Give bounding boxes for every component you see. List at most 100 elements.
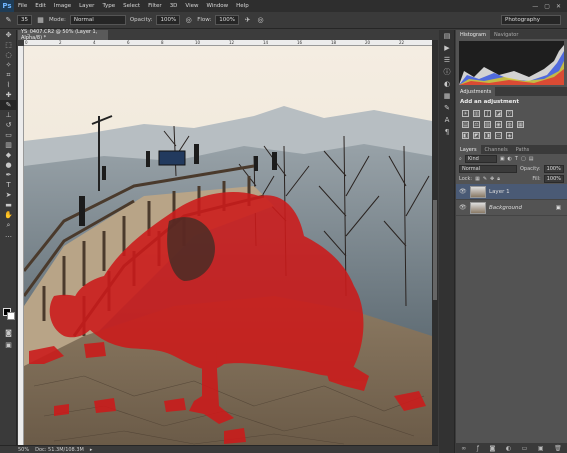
color-lookup-icon[interactable]: ▦	[517, 121, 524, 128]
tab-adjustments[interactable]: Adjustments	[456, 87, 496, 96]
brush-tool-icon[interactable]: ✎	[0, 100, 17, 110]
swatches-icon[interactable]: ▦	[439, 90, 455, 102]
blur-tool-icon[interactable]: ◆	[0, 150, 17, 160]
document-tab[interactable]: YS_0407.CR2 @ 50% (Layer 1, Alpha/8) *	[18, 29, 108, 41]
brush-size-picker[interactable]: 35	[17, 15, 32, 25]
levels-icon[interactable]: ▥	[473, 110, 480, 117]
filter-type-icon[interactable]: T	[515, 156, 518, 162]
type-tool-icon[interactable]: T	[0, 180, 17, 190]
channel-mixer-icon[interactable]: ◍	[506, 121, 513, 128]
blend-mode-select[interactable]: Normal	[459, 165, 517, 173]
menu-filter[interactable]: Filter	[144, 3, 166, 9]
lock-transparent-icon[interactable]: ▦	[475, 176, 480, 182]
tab-layers[interactable]: Layers	[456, 145, 481, 154]
healing-tool-icon[interactable]: ✚	[0, 90, 17, 100]
menu-help[interactable]: Help	[232, 3, 253, 9]
background-color-swatch[interactable]	[7, 312, 15, 320]
new-group-icon[interactable]: ▭	[522, 445, 528, 452]
paragraph-icon[interactable]: ¶	[439, 126, 455, 138]
hand-tool-icon[interactable]: ✋	[0, 210, 17, 220]
menu-select[interactable]: Select	[119, 3, 144, 9]
menu-type[interactable]: Type	[98, 3, 119, 9]
dodge-tool-icon[interactable]: ●	[0, 160, 17, 170]
edit-toolbar-icon[interactable]: …	[0, 230, 17, 240]
eyedropper-tool-icon[interactable]: ⌇	[0, 80, 17, 90]
link-layers-icon[interactable]: ∞	[461, 445, 466, 452]
crop-tool-icon[interactable]: ⌗	[0, 70, 17, 80]
quick-select-tool-icon[interactable]: ✧	[0, 60, 17, 70]
gradient-tool-icon[interactable]: ▥	[0, 140, 17, 150]
properties-icon[interactable]: ☰	[439, 54, 455, 66]
posterize-icon[interactable]: ◩	[473, 132, 480, 139]
eraser-tool-icon[interactable]: ▭	[0, 130, 17, 140]
new-layer-icon[interactable]: ▣	[538, 445, 544, 452]
add-mask-icon[interactable]: ◙	[489, 445, 495, 452]
filter-shape-icon[interactable]: ▢	[521, 156, 526, 162]
filter-pixel-icon[interactable]: ▣	[500, 156, 505, 162]
tab-paths[interactable]: Paths	[512, 145, 534, 154]
pressure-opacity-icon[interactable]: ◎	[184, 16, 193, 25]
lock-paint-icon[interactable]: ✎	[483, 176, 487, 182]
brush-presets-icon[interactable]: ✎	[439, 102, 455, 114]
menu-edit[interactable]: Edit	[31, 3, 50, 9]
color-balance-icon[interactable]: ⚖	[473, 121, 480, 128]
marquee-tool-icon[interactable]: ⬚	[0, 40, 17, 50]
layer-opacity-input[interactable]: 100%	[543, 165, 564, 173]
new-adjustment-icon[interactable]: ◐	[506, 445, 511, 452]
layer-row-background[interactable]: 👁︎ Background ▣	[456, 200, 567, 216]
menu-window[interactable]: Window	[202, 3, 232, 9]
visibility-eye-icon[interactable]: 👁︎	[459, 188, 467, 195]
exposure-icon[interactable]: ◪	[495, 110, 502, 117]
threshold-icon[interactable]: ◨	[484, 132, 491, 139]
pen-tool-icon[interactable]: ✒	[0, 170, 17, 180]
shape-tool-icon[interactable]: ▬	[0, 200, 17, 210]
photo-filter-icon[interactable]: ◉	[495, 121, 502, 128]
quick-mask-icon[interactable]: ◙	[0, 328, 17, 338]
zoom-level[interactable]: 50%	[18, 447, 29, 453]
close-button[interactable]: ✕	[556, 3, 561, 10]
layer-row-layer-1[interactable]: 👁︎ Layer 1	[456, 184, 567, 200]
status-arrow-icon[interactable]: ▸	[90, 447, 93, 453]
vibrance-icon[interactable]: ▽	[506, 110, 513, 117]
invert-icon[interactable]: ◧	[462, 132, 469, 139]
black-white-icon[interactable]: ▨	[484, 121, 491, 128]
minimize-button[interactable]: —	[532, 3, 538, 10]
workspace-switcher[interactable]: Photography	[501, 15, 561, 25]
filter-smart-icon[interactable]: ▤	[529, 156, 534, 162]
color-icon[interactable]: ◐	[439, 78, 455, 90]
menu-layer[interactable]: Layer	[75, 3, 98, 9]
tab-histogram[interactable]: Histogram	[456, 30, 490, 39]
menu-image[interactable]: Image	[50, 3, 75, 9]
lasso-tool-icon[interactable]: ◌	[0, 50, 17, 60]
menu-3d[interactable]: 3D	[166, 3, 182, 9]
visibility-eye-icon[interactable]: 👁︎	[459, 204, 467, 211]
filter-adjustment-icon[interactable]: ◐	[508, 156, 512, 162]
clone-stamp-tool-icon[interactable]: ⊥	[0, 110, 17, 120]
flow-input[interactable]: 100%	[215, 15, 240, 25]
brush-panel-icon[interactable]: ▦	[36, 16, 45, 25]
character-icon[interactable]: A	[439, 114, 455, 126]
zoom-tool-icon[interactable]: ⌕	[0, 220, 17, 230]
curves-icon[interactable]: ∫	[484, 110, 491, 117]
layer-style-icon[interactable]: ƒ	[477, 445, 479, 452]
gradient-map-icon[interactable]: ▭	[495, 132, 502, 139]
tab-channels[interactable]: Channels	[481, 145, 512, 154]
pressure-size-icon[interactable]: ◎	[256, 16, 265, 25]
kind-filter-select[interactable]: Kind	[464, 155, 497, 163]
scrollbar-thumb[interactable]	[433, 200, 437, 300]
history-brush-tool-icon[interactable]: ↺	[0, 120, 17, 130]
screen-mode-icon[interactable]: ▣	[0, 340, 17, 350]
lock-all-icon[interactable]: 🔒︎	[497, 176, 500, 182]
brush-tool-icon[interactable]: ✎	[4, 16, 13, 25]
airbrush-icon[interactable]: ✈	[243, 16, 252, 25]
menu-view[interactable]: View	[181, 3, 202, 9]
hue-saturation-icon[interactable]: ▤	[462, 121, 469, 128]
opacity-input[interactable]: 100%	[156, 15, 181, 25]
layer-fill-input[interactable]: 100%	[543, 175, 564, 183]
delete-layer-icon[interactable]: 🗑︎	[554, 445, 562, 452]
mode-select[interactable]: Normal	[69, 15, 126, 25]
brightness-contrast-icon[interactable]: ☀	[462, 110, 469, 117]
menu-file[interactable]: File	[14, 3, 31, 9]
selective-color-icon[interactable]: ◈	[506, 132, 513, 139]
move-tool-icon[interactable]: ✥	[0, 30, 17, 40]
